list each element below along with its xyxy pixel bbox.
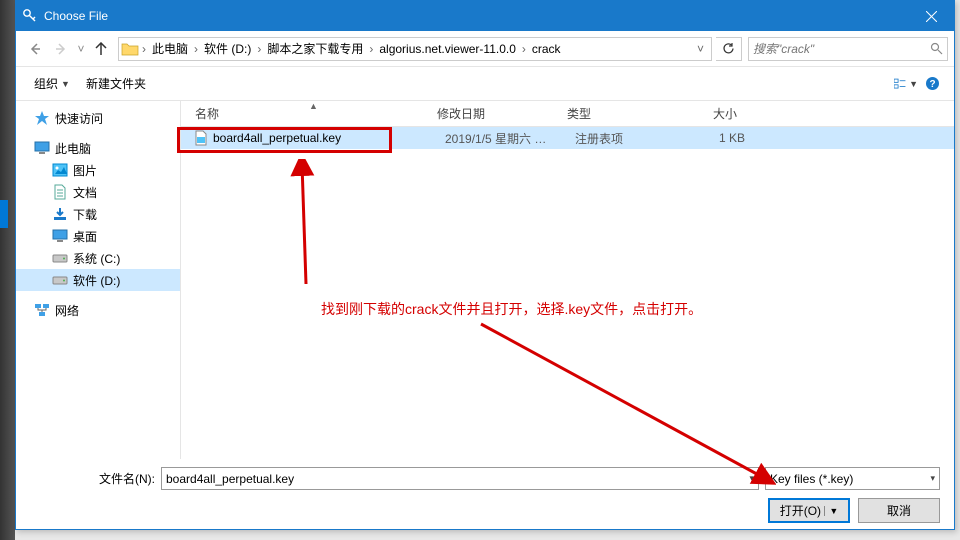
refresh-button[interactable] — [716, 37, 742, 61]
annotation-text: 找到刚下载的crack文件并且打开，选择.key文件，点击打开。 — [321, 299, 702, 319]
filename-input[interactable]: board4all_perpetual.key▾ — [161, 467, 759, 490]
up-button[interactable] — [88, 36, 114, 62]
breadcrumb[interactable]: 脚本之家下载专用 — [262, 38, 368, 59]
help-icon: ? — [925, 76, 940, 91]
documents-icon — [52, 184, 68, 200]
file-dialog: Choose File ˅ › 此电脑› 软件 (D:)› 脚本之家下载专用› … — [15, 0, 955, 530]
forward-button[interactable] — [48, 36, 74, 62]
svg-text:?: ? — [929, 79, 935, 90]
file-row[interactable]: board4all_perpetual.key2019/1/5 星期六 …注册表… — [181, 127, 954, 149]
help-button[interactable]: ? — [920, 72, 944, 96]
cancel-button[interactable]: 取消 — [858, 498, 940, 523]
star-icon — [34, 110, 50, 126]
sidebar-item[interactable]: 系统 (C:) — [16, 247, 180, 269]
organize-menu[interactable]: 组织 ▼ — [26, 71, 78, 96]
arrow-up-icon — [94, 42, 108, 56]
sidebar-quick-access[interactable]: 快速访问 — [16, 107, 180, 129]
new-folder-button[interactable]: 新建文件夹 — [78, 71, 154, 96]
downloads-icon — [52, 206, 68, 222]
sidebar-this-pc[interactable]: 此电脑 — [16, 137, 180, 159]
arrow-right-icon — [54, 42, 68, 56]
col-size[interactable]: 大小 — [677, 105, 757, 122]
breadcrumb[interactable]: 此电脑 — [147, 38, 193, 59]
filetype-filter[interactable]: Key files (*.key)▾ — [765, 467, 940, 490]
address-bar[interactable]: › 此电脑› 软件 (D:)› 脚本之家下载专用› algorius.net.v… — [118, 37, 712, 61]
drive-icon — [52, 272, 68, 288]
pc-icon — [34, 140, 50, 156]
sidebar-item[interactable]: 图片 — [16, 159, 180, 181]
column-headers: ▲ 名称 修改日期 类型 大小 — [181, 101, 954, 127]
sidebar: 快速访问 此电脑 图片文档下载桌面系统 (C:)软件 (D:) 网络 — [16, 101, 181, 459]
sidebar-item[interactable]: 桌面 — [16, 225, 180, 247]
footer: 文件名(N): board4all_perpetual.key▾ Key fil… — [16, 459, 954, 529]
sidebar-item[interactable]: 软件 (D:) — [16, 269, 180, 291]
search-input[interactable] — [753, 42, 930, 56]
titlebar: Choose File — [16, 1, 954, 31]
key-icon — [22, 8, 38, 24]
toolbar: 组织 ▼ 新建文件夹 ▼ ? — [16, 67, 954, 101]
search-icon — [930, 42, 943, 55]
breadcrumb[interactable]: algorius.net.viewer-11.0.0 — [374, 40, 521, 58]
sidebar-item[interactable]: 下载 — [16, 203, 180, 225]
breadcrumb[interactable]: crack — [527, 40, 566, 58]
open-button[interactable]: 打开(O) ▼ — [768, 498, 850, 523]
col-type[interactable]: 类型 — [567, 105, 677, 122]
file-list: ▲ 名称 修改日期 类型 大小 board4all_perpetual.key2… — [181, 101, 954, 459]
filename-label: 文件名(N): — [85, 470, 155, 487]
view-icon — [894, 77, 907, 91]
refresh-icon — [722, 42, 735, 55]
navbar: ˅ › 此电脑› 软件 (D:)› 脚本之家下载专用› algorius.net… — [16, 31, 954, 67]
address-dropdown[interactable]: ˅ — [691, 42, 709, 56]
regfile-icon — [193, 130, 209, 146]
window-title: Choose File — [44, 9, 909, 23]
sidebar-network[interactable]: 网络 — [16, 299, 180, 321]
col-date[interactable]: 修改日期 — [437, 105, 567, 122]
close-button[interactable] — [909, 1, 954, 31]
arrow-left-icon — [28, 42, 42, 56]
recent-dropdown[interactable]: ˅ — [74, 42, 88, 56]
sidebar-item[interactable]: 文档 — [16, 181, 180, 203]
breadcrumb[interactable]: 软件 (D:) — [199, 38, 256, 59]
pictures-icon — [52, 162, 68, 178]
folder-icon — [121, 40, 139, 58]
view-options[interactable]: ▼ — [894, 72, 918, 96]
desktop-icon — [52, 228, 68, 244]
close-icon — [926, 11, 937, 22]
drive-icon — [52, 250, 68, 266]
back-button[interactable] — [22, 36, 48, 62]
annotation-arrow-1 — [286, 159, 326, 289]
search-box[interactable] — [748, 37, 948, 61]
network-icon — [34, 302, 50, 318]
